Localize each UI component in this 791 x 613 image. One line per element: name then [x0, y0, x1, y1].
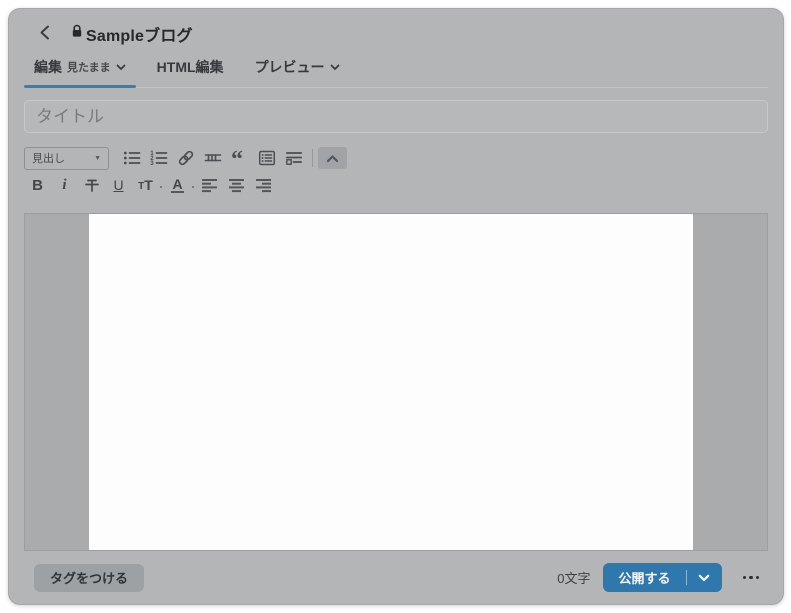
- blockquote-button[interactable]: “: [226, 147, 253, 169]
- chevron-down-icon: [698, 570, 710, 585]
- align-right-icon: [254, 176, 273, 194]
- title-input[interactable]: [24, 100, 768, 133]
- publish-button[interactable]: 公開する: [603, 563, 685, 592]
- char-count: 0文字: [557, 568, 590, 587]
- heading-style-select[interactable]: 見出し ▼: [24, 147, 109, 170]
- footnote-icon: [284, 148, 304, 168]
- align-center-icon: [227, 176, 246, 194]
- underline-icon: U: [113, 178, 123, 192]
- chevron-down-icon: [116, 58, 126, 76]
- align-right-button[interactable]: [250, 174, 277, 196]
- link-icon: [176, 148, 196, 168]
- toolbar-row-2: B i U TT A: [24, 173, 768, 197]
- tab-bar: 編集 見たまま HTML編集 プレビュー: [24, 51, 768, 88]
- tab-edit-wysiwyg[interactable]: 編集 見たまま: [32, 51, 128, 87]
- align-left-button[interactable]: [196, 174, 223, 196]
- text-color-dropdown-dot: [192, 186, 194, 188]
- tab-html-edit[interactable]: HTML編集: [155, 51, 226, 87]
- italic-icon: i: [62, 178, 66, 193]
- bold-button[interactable]: B: [24, 174, 51, 196]
- blog-title: Sampleブログ: [86, 22, 193, 46]
- add-tag-button[interactable]: タグをつける: [34, 564, 144, 592]
- chevron-down-icon: [330, 58, 340, 76]
- title-row: [24, 100, 768, 133]
- table-of-contents-icon: [257, 148, 277, 168]
- ordered-list-icon: 123: [149, 148, 169, 168]
- toolbar-separator: [312, 149, 313, 167]
- italic-button[interactable]: i: [51, 174, 78, 196]
- editor-content-page[interactable]: [89, 214, 693, 550]
- unordered-list-button[interactable]: [118, 147, 145, 169]
- toolbar-collapse-button[interactable]: [318, 147, 347, 169]
- back-button[interactable]: [34, 24, 54, 44]
- bold-icon: B: [32, 178, 43, 193]
- read-more-button[interactable]: [199, 147, 226, 169]
- ellipsis-icon: [743, 576, 760, 580]
- align-center-button[interactable]: [223, 174, 250, 196]
- text-color-icon: A: [171, 177, 183, 194]
- text-size-icon: TT: [138, 178, 153, 192]
- tab-label: 編集: [34, 57, 62, 77]
- toolbar-row-1: 見出し ▼ 123 “: [24, 146, 768, 170]
- chevron-up-icon: [326, 151, 339, 166]
- header: Sampleブログ: [9, 9, 783, 45]
- unordered-list-icon: [122, 148, 142, 168]
- footnote-button[interactable]: [280, 147, 307, 169]
- heading-select-label: 見出し: [32, 150, 65, 166]
- text-color-button[interactable]: A: [164, 174, 191, 196]
- read-more-icon: [203, 148, 223, 168]
- select-arrow-icon: ▼: [94, 155, 101, 162]
- text-size-dropdown-dot: [160, 186, 162, 188]
- blog-editor-window: Sampleブログ 編集 見たまま HTML編集 プレビュー 見出し ▼: [8, 8, 784, 605]
- tab-sublabel: 見たまま: [67, 59, 111, 75]
- svg-text:3: 3: [150, 160, 154, 167]
- link-button[interactable]: [172, 147, 199, 169]
- more-options-button[interactable]: [741, 570, 762, 586]
- strikethrough-icon: [83, 176, 101, 194]
- tab-preview[interactable]: プレビュー: [253, 51, 342, 87]
- footer-right-group: 0文字 公開する: [557, 563, 761, 592]
- chevron-left-icon: [38, 25, 51, 43]
- svg-text:“: “: [231, 148, 243, 168]
- quote-icon: “: [230, 148, 250, 168]
- editor-area: [24, 213, 768, 551]
- tab-label: HTML編集: [157, 57, 224, 77]
- text-size-button[interactable]: TT: [132, 174, 159, 196]
- ordered-list-button[interactable]: 123: [145, 147, 172, 169]
- footer-bar: タグをつける 0文字 公開する: [9, 551, 783, 604]
- publish-split-button: 公開する: [603, 563, 721, 592]
- blog-title-group: Sampleブログ: [71, 22, 193, 46]
- align-left-icon: [200, 176, 219, 194]
- tab-label: プレビュー: [255, 57, 325, 77]
- strikethrough-button[interactable]: [78, 174, 105, 196]
- padlock-icon: [71, 24, 83, 43]
- underline-button[interactable]: U: [105, 174, 132, 196]
- publish-options-button[interactable]: [687, 563, 722, 592]
- table-of-contents-button[interactable]: [253, 147, 280, 169]
